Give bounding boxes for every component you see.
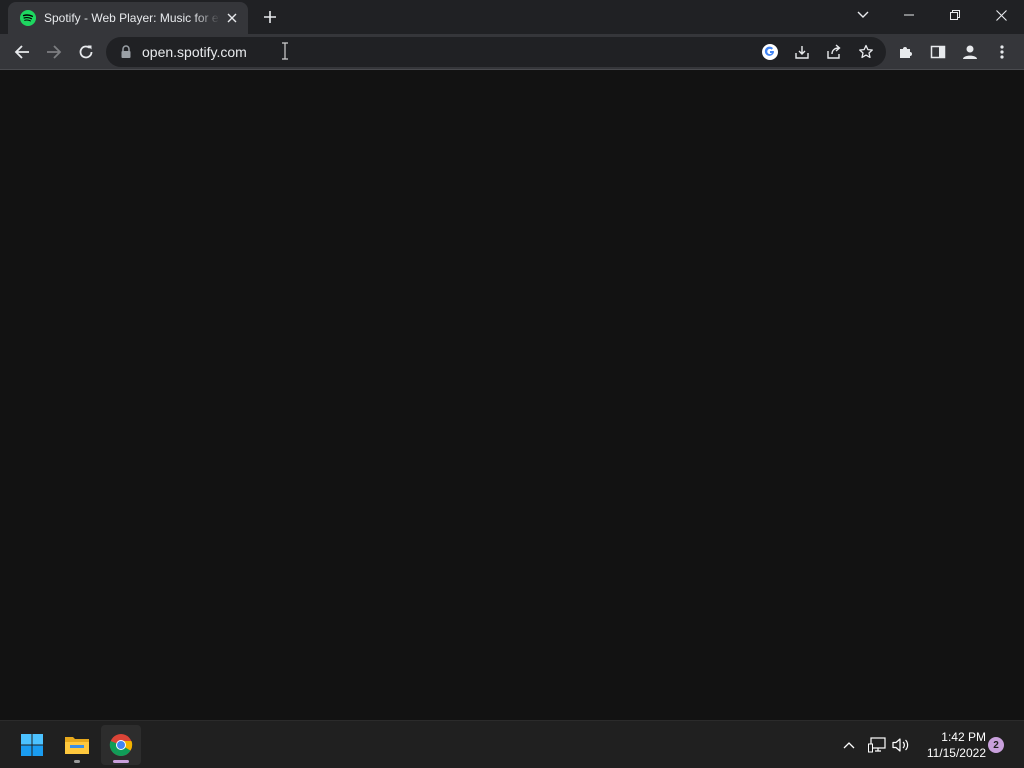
taskbar-google-chrome[interactable] [101,725,141,765]
close-tab-icon[interactable] [224,10,240,26]
forward-button[interactable] [40,38,68,66]
install-app-icon[interactable] [790,40,814,64]
network-icon[interactable] [865,733,889,757]
new-tab-button[interactable] [258,5,282,29]
running-indicator [74,760,80,763]
taskbar-file-explorer[interactable] [57,725,97,765]
start-button[interactable] [12,725,52,765]
windows-taskbar: 1:42 PM 11/15/2022 2 [0,720,1024,768]
restore-window-button[interactable] [932,0,978,30]
reload-icon [79,45,93,59]
minimize-window-button[interactable] [886,0,932,30]
profile-button[interactable] [956,38,984,66]
active-app-indicator [113,760,129,763]
arrow-right-icon [47,45,62,59]
clock-date: 11/15/2022 [926,746,986,760]
chrome-icon [109,734,133,756]
folder-icon [65,737,89,754]
minimize-icon [904,14,914,16]
close-window-button[interactable] [978,0,1024,30]
show-hidden-icons-button[interactable] [837,733,861,757]
chevron-down-icon [857,11,869,18]
lock-icon[interactable] [120,45,132,59]
notification-count-badge[interactable]: 2 [988,737,1004,753]
web-page-content[interactable] [0,71,1024,720]
address-bar[interactable]: open.spotify.com [106,37,886,67]
side-panel-button[interactable] [924,38,952,66]
person-icon [963,45,977,59]
close-icon [995,9,1007,21]
tab-title: Spotify - Web Player: Music for everyone [44,11,220,25]
google-lens-icon[interactable] [758,40,782,64]
extensions-button[interactable] [892,38,920,66]
browser-toolbar: open.spotify.com [0,34,1024,70]
tab-search-button[interactable] [852,4,874,26]
spotify-icon [20,10,36,26]
browser-tab-strip: Spotify - Web Player: Music for everyone [0,0,1024,34]
volume-icon[interactable] [889,733,913,757]
share-icon[interactable] [822,40,846,64]
side-panel-icon [930,45,946,59]
plus-icon [264,11,276,23]
browser-menu-button[interactable] [988,38,1016,66]
arrow-left-icon [14,45,29,59]
system-clock[interactable]: 1:42 PM 11/15/2022 [918,729,986,761]
chevron-up-icon [843,742,855,749]
browser-tab-spotify[interactable]: Spotify - Web Player: Music for everyone [8,2,248,34]
back-button[interactable] [8,38,36,66]
clock-time: 1:42 PM [941,730,986,744]
puzzle-icon [900,47,912,58]
reload-button[interactable] [72,38,100,66]
kebab-menu-icon [1000,45,1004,59]
address-bar-url[interactable]: open.spotify.com [142,44,247,60]
bookmark-star-icon[interactable] [854,40,878,64]
restore-icon [950,10,960,20]
text-cursor-icon [280,42,290,60]
windows-logo-icon [21,734,43,756]
